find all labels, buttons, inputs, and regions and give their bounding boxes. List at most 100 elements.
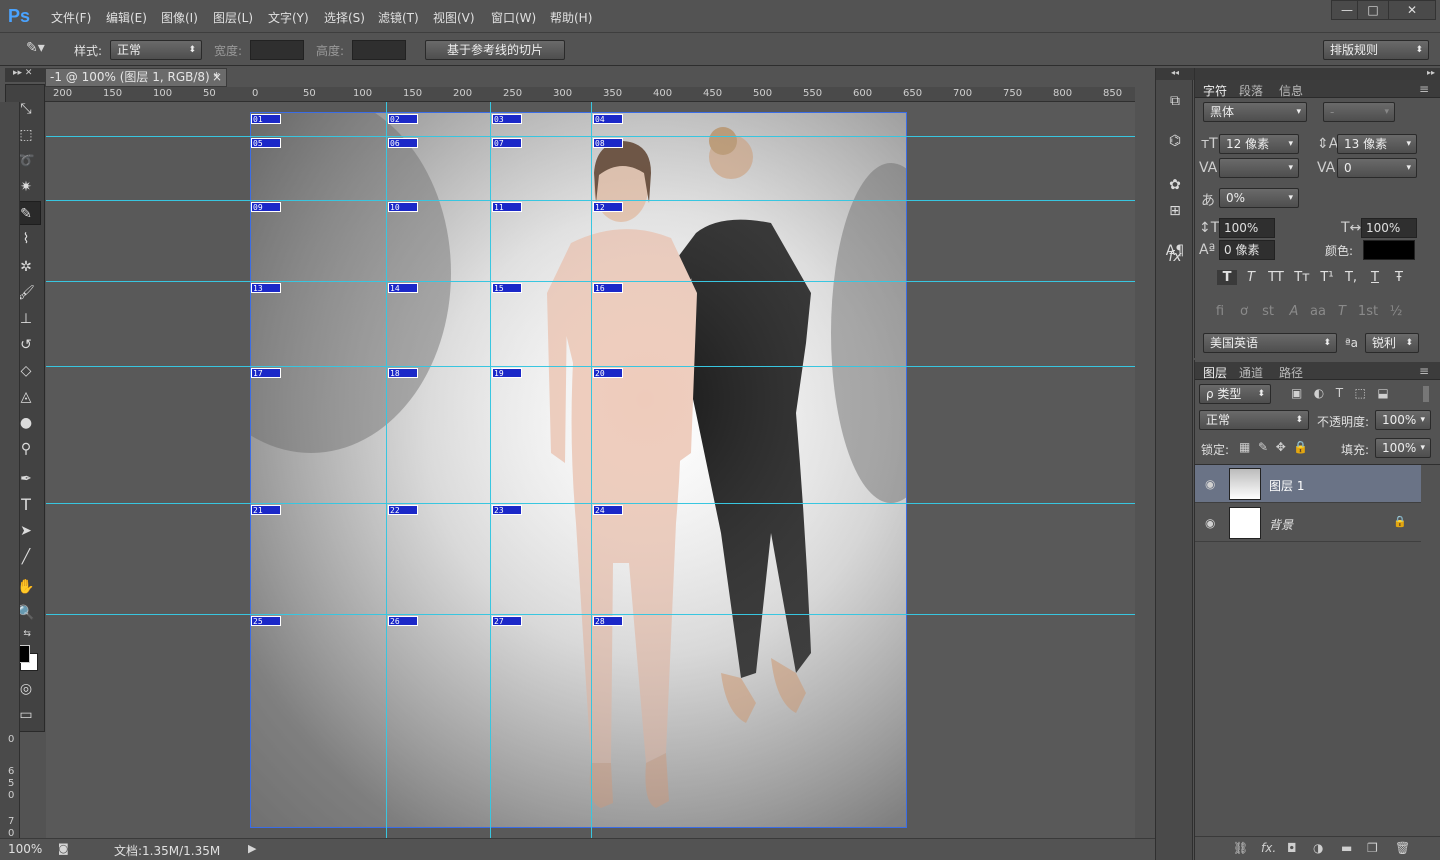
slice-tag[interactable]: 15 <box>492 283 522 293</box>
style-select[interactable]: 正常 ⬍ <box>110 40 202 60</box>
titling-alternates-button[interactable]: T <box>1331 304 1353 319</box>
shape-filter-icon[interactable]: ⬚ <box>1355 386 1366 400</box>
kerning-select[interactable]: ▾ <box>1219 158 1299 178</box>
link-layers-icon[interactable]: ⛓ <box>1233 841 1248 855</box>
slice-tag[interactable]: 22 <box>388 505 418 515</box>
panel-menu-icon[interactable]: ≡ <box>1419 82 1429 96</box>
horizontal-ruler[interactable]: 200 150 100 50 0 50 100 150 200 250 300 … <box>45 87 1135 102</box>
trash-icon[interactable]: 🗑 <box>1395 841 1410 855</box>
slice-tag[interactable]: 07 <box>492 138 522 148</box>
styles-panel-icon[interactable]: fx <box>1164 246 1186 268</box>
underline-button[interactable]: T <box>1365 270 1385 285</box>
adjustment-layer-icon[interactable]: ◑ <box>1313 841 1323 855</box>
horizontal-scale-field[interactable]: 100% <box>1361 218 1417 238</box>
grid-panel-icon[interactable]: ⊞ <box>1164 200 1186 222</box>
panel-menu-icon[interactable]: ≡ <box>1419 364 1429 378</box>
lock-all-icon[interactable]: 🔒 <box>1293 440 1308 454</box>
faux-bold-button[interactable]: T <box>1217 270 1237 285</box>
slice-tag[interactable]: 23 <box>492 505 522 515</box>
leading-select[interactable]: 13 像素 ▾ <box>1337 134 1417 154</box>
tab-layers[interactable]: 图层 <box>1203 364 1227 381</box>
menu-select[interactable]: 选择(S) <box>324 9 365 26</box>
workspace-select[interactable]: 排版规则 ⬍ <box>1323 40 1429 60</box>
vertical-ruler[interactable]: 0 6 5 0 7 0 <box>0 102 20 839</box>
slice-tag[interactable]: 26 <box>388 616 418 626</box>
font-family-select[interactable]: 黑体 ▾ <box>1203 102 1307 122</box>
new-group-icon[interactable]: ▬ <box>1341 841 1352 855</box>
menu-help[interactable]: 帮助(H) <box>550 9 592 26</box>
slice-tag[interactable]: 10 <box>388 202 418 212</box>
slice-tag[interactable]: 04 <box>593 114 623 124</box>
slice-tag[interactable]: 01 <box>251 114 281 124</box>
slice-tag[interactable]: 24 <box>593 505 623 515</box>
fill-field[interactable]: 100% ▾ <box>1375 438 1431 458</box>
slice-tag[interactable]: 18 <box>388 368 418 378</box>
menu-edit[interactable]: 编辑(E) <box>106 9 147 26</box>
slice-tag[interactable]: 16 <box>593 283 623 293</box>
swash-button[interactable]: A <box>1283 304 1305 319</box>
superscript-button[interactable]: T¹ <box>1317 270 1337 285</box>
width-field[interactable] <box>250 40 304 60</box>
visibility-eye-icon[interactable]: ◉ <box>1205 516 1215 530</box>
tab-character[interactable]: 字符 <box>1203 82 1227 99</box>
menu-view[interactable]: 视图(V) <box>433 9 475 26</box>
smart-object-filter-icon[interactable]: ⬓ <box>1377 386 1388 400</box>
collapse-panels-icon[interactable]: ◂◂ <box>1156 68 1194 80</box>
layer-row-layer1[interactable]: ◉ 图层 1 <box>1195 465 1421 503</box>
lock-pixels-icon[interactable]: ✎ <box>1258 440 1268 454</box>
slice-tag[interactable]: 11 <box>492 202 522 212</box>
old-style-button[interactable]: ơ <box>1233 304 1255 319</box>
strikethrough-button[interactable]: Ŧ <box>1389 270 1409 285</box>
faux-italic-button[interactable]: T <box>1241 270 1261 285</box>
layer-filter-select[interactable]: ρ 类型 ⬍ <box>1199 384 1271 404</box>
visibility-eye-icon[interactable]: ◉ <box>1205 477 1215 491</box>
antialias-select[interactable]: 锐利 ⬍ <box>1365 333 1419 353</box>
height-field[interactable] <box>352 40 406 60</box>
font-size-select[interactable]: 12 像素 ▾ <box>1219 134 1299 154</box>
slice-tag[interactable]: 09 <box>251 202 281 212</box>
blend-mode-select[interactable]: 正常 ⬍ <box>1199 410 1309 430</box>
close-tab-icon[interactable]: × <box>212 69 222 86</box>
status-menu-arrow-icon[interactable]: ▶ <box>248 842 256 855</box>
guide-vertical[interactable] <box>386 102 387 838</box>
slice-tag[interactable]: 03 <box>492 114 522 124</box>
language-select[interactable]: 美国英语 ⬍ <box>1203 333 1337 353</box>
new-layer-icon[interactable]: ❐ <box>1367 841 1378 855</box>
all-caps-button[interactable]: TT <box>1265 270 1287 285</box>
stylistic-alternates-button[interactable]: aa <box>1307 304 1329 319</box>
slice-tag[interactable]: 14 <box>388 283 418 293</box>
slice-tag[interactable]: 05 <box>251 138 281 148</box>
opacity-field[interactable]: 100% ▾ <box>1375 410 1431 430</box>
font-style-select[interactable]: - ▾ <box>1323 102 1395 122</box>
filter-toggle[interactable] <box>1423 386 1429 402</box>
subscript-button[interactable]: T, <box>1341 270 1361 285</box>
proportional-spacing-select[interactable]: 0% ▾ <box>1219 188 1299 208</box>
small-caps-button[interactable]: Tт <box>1291 270 1313 285</box>
fractions-button[interactable]: ½ <box>1385 304 1407 319</box>
history-panel-icon[interactable]: ⧉ <box>1164 90 1186 112</box>
slice-tag[interactable]: 02 <box>388 114 418 124</box>
ligature-button[interactable]: fi <box>1209 304 1231 319</box>
slice-tag[interactable]: 13 <box>251 283 281 293</box>
guide-vertical[interactable] <box>591 102 592 838</box>
slice-tag[interactable]: 08 <box>593 138 623 148</box>
tab-channels[interactable]: 通道 <box>1239 364 1263 381</box>
vertical-scale-field[interactable]: 100% <box>1219 218 1275 238</box>
tab-info[interactable]: 信息 <box>1279 82 1303 99</box>
slice-tag[interactable]: 20 <box>593 368 623 378</box>
ordinals-button[interactable]: 1st <box>1355 304 1381 319</box>
slice-tag[interactable]: 12 <box>593 202 623 212</box>
status-info-icon[interactable]: ◙ <box>58 842 69 855</box>
slice-tag[interactable]: 25 <box>251 616 281 626</box>
tracking-select[interactable]: 0 ▾ <box>1337 158 1417 178</box>
adjustment-filter-icon[interactable]: ◐ <box>1314 386 1324 400</box>
slice-tag[interactable]: 19 <box>492 368 522 378</box>
tab-paths[interactable]: 路径 <box>1279 364 1303 381</box>
menu-image[interactable]: 图像(I) <box>161 9 198 26</box>
lock-transparency-icon[interactable]: ▦ <box>1239 440 1250 454</box>
document-canvas[interactable] <box>250 112 907 828</box>
guide-vertical[interactable] <box>490 102 491 838</box>
slice-tag[interactable]: 06 <box>388 138 418 148</box>
slice-tag[interactable]: 17 <box>251 368 281 378</box>
tab-paragraph[interactable]: 段落 <box>1239 82 1263 99</box>
